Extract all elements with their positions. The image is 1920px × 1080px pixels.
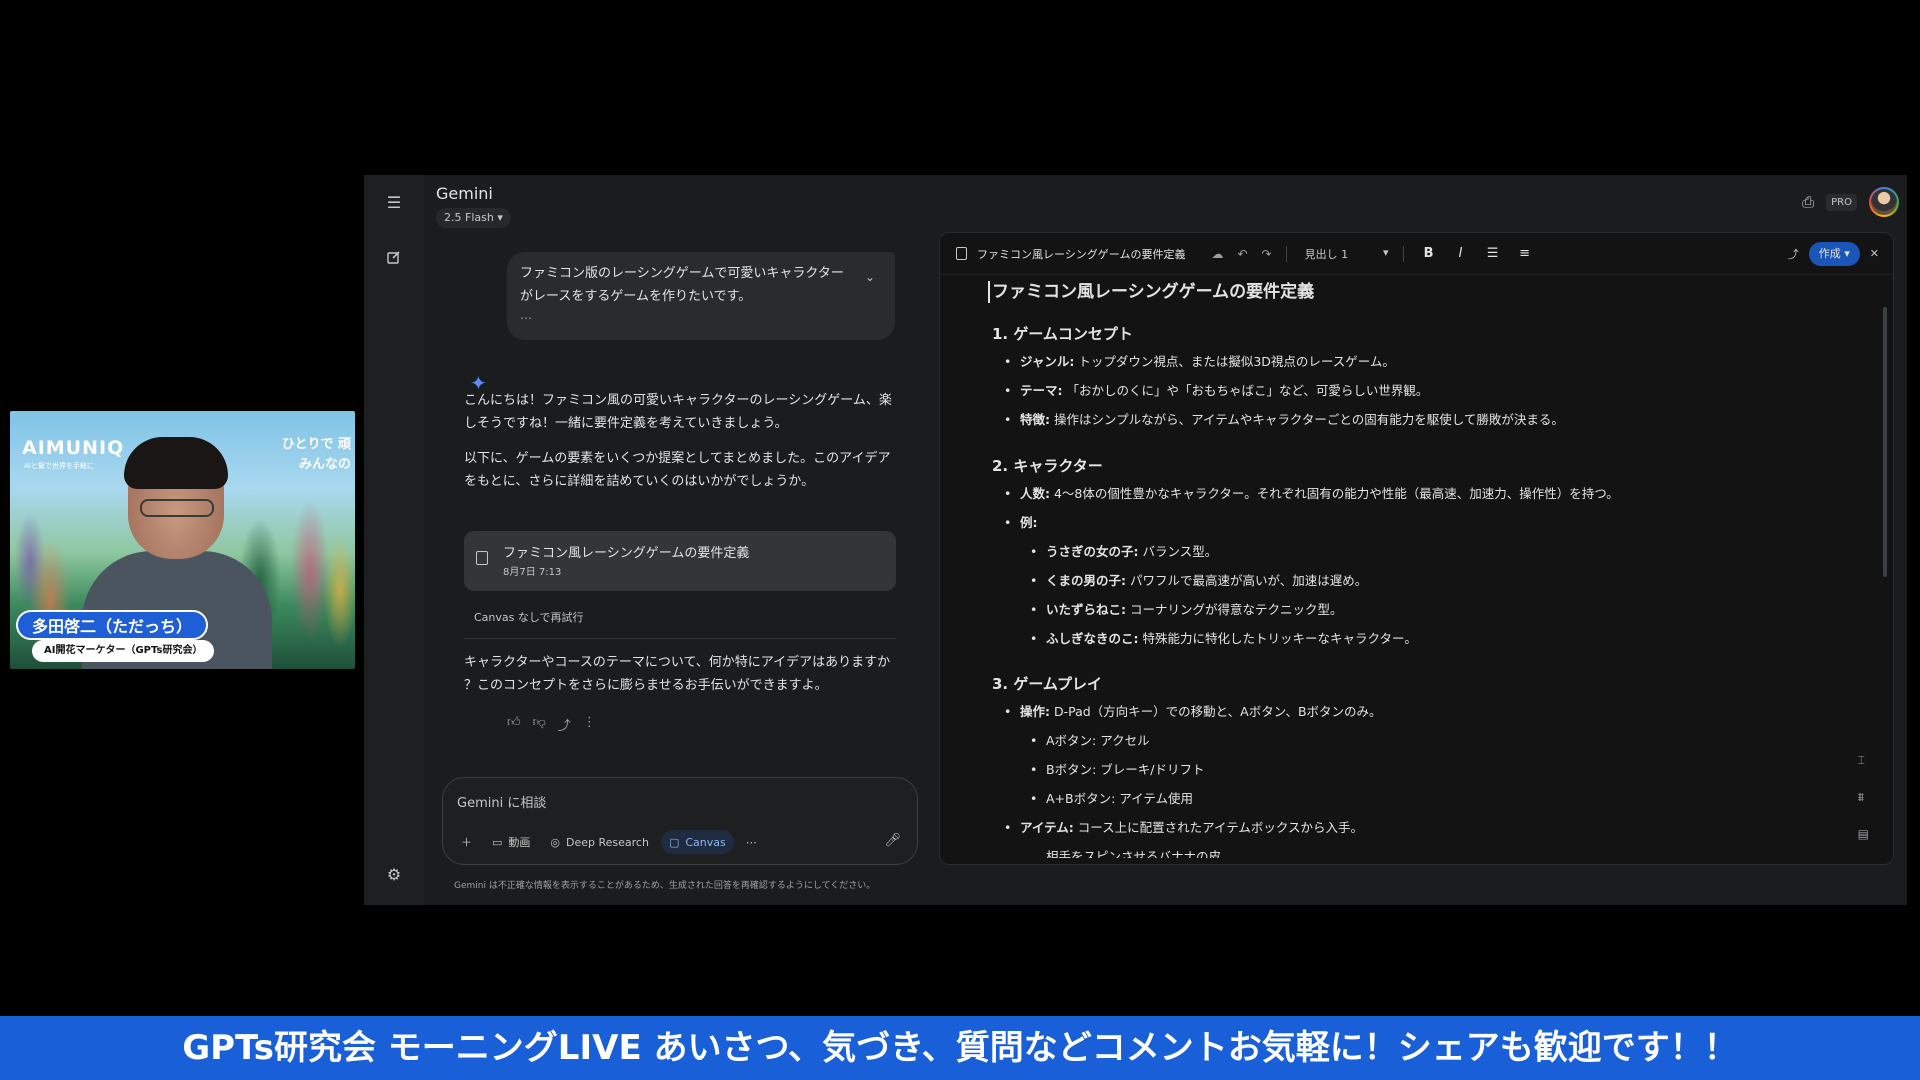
prompt-input[interactable]: Gemini に相談: [457, 792, 546, 811]
section-heading: 3. ゲームプレイ: [992, 675, 1103, 693]
retry-without-canvas-link[interactable]: Canvas なしで再試行: [474, 609, 584, 625]
settings-gear-icon[interactable]: ⚙: [380, 860, 408, 888]
background-copy-line: ひとりで 頑: [281, 437, 351, 452]
edit-suggestions-icon[interactable]: ▤: [1858, 827, 1869, 841]
share-icon[interactable]: ⤴: [558, 715, 571, 734]
user-message-ellipsis: …: [520, 308, 532, 322]
doc-heading: ファミコン風レーシングゲームの要件定義: [988, 281, 1852, 303]
composer-tools: ＋ ▭ 動画 ◎ Deep Research ▢ Canvas ⋯: [453, 830, 765, 854]
section-heading: 1. ゲームコンセプト: [992, 325, 1133, 343]
presenter-name: 多田啓二（ただっち）: [16, 610, 209, 640]
list-item: いたずらねこ: コーナリングが得意なテクニック型。: [1030, 601, 1343, 619]
list-item: うさぎの女の子: バランス型。: [1030, 543, 1217, 561]
adjust-icon[interactable]: ⩩: [1858, 790, 1869, 805]
share-icon[interactable]: ⤴: [1788, 246, 1799, 262]
gemini-app-window: ☰ ⚙ Gemini 2.5 Flash ▾ ⎙ PRO ファミコン版のレーシン…: [364, 175, 1907, 905]
cloud-saved-icon: ☁: [1211, 246, 1224, 261]
scrollbar[interactable]: [1883, 307, 1887, 577]
list-item: Bボタン: ブレーキ/ドリフト: [1030, 761, 1205, 779]
webcam-overlay: AIMUNIQ AIと繋で世界を手軽に ひとりで 頑 みんなの 多田啓二（ただっ…: [10, 411, 355, 669]
live-stream-banner: GPTs研究会 モーニングLIVE あいさつ、気づき、質問などコメントお気軽に！…: [0, 1016, 1920, 1080]
canvas-side-tools: ⌶ ⩩ ▤: [1858, 753, 1869, 841]
model-selector[interactable]: 2.5 Flash ▾: [436, 208, 511, 228]
brand-tagline: AIと繋で世界を手軽に: [24, 462, 94, 470]
presenter-role: AI開花マーケター（GPTs研究会）: [32, 640, 215, 662]
heading-style-select[interactable]: 見出し 1 ▾: [1305, 246, 1389, 262]
bold-icon[interactable]: B: [1422, 246, 1436, 261]
list-item: Aボタン: アクセル: [1030, 732, 1150, 750]
disclaimer: Gemini は不正確な情報を表示することがあるため、生成された回答を再確認する…: [454, 881, 876, 891]
redo-icon[interactable]: ↷: [1262, 247, 1272, 261]
italic-icon[interactable]: I: [1454, 246, 1468, 261]
avatar[interactable]: [1869, 187, 1899, 217]
section-heading: 2. キャラクター: [992, 457, 1103, 475]
chevron-down-icon: ▾: [497, 211, 503, 224]
top-right-actions: ⎙ PRO: [1802, 187, 1899, 217]
response-paragraph: こんにちは！ファミコン風の可愛いキャラクターのレーシングゲーム、楽 しそうですね…: [464, 393, 892, 431]
app-title: Gemini: [436, 184, 493, 203]
close-icon[interactable]: ✕: [1870, 247, 1879, 260]
undo-icon[interactable]: ↶: [1237, 247, 1247, 261]
doc-card-date: 8月7日 7:13: [503, 567, 562, 578]
list-item: 例:: [1004, 514, 1037, 532]
canvas-doc-title: ファミコン風レーシングゲームの要件定義: [977, 247, 1186, 261]
microphone-icon[interactable]: 🎤︎: [884, 833, 901, 848]
canvas-doc-card[interactable]: ファミコン風レーシングゲームの要件定義 8月7日 7:13: [464, 531, 896, 591]
video-tool-button[interactable]: ▭ 動画: [484, 830, 538, 854]
screen: AIMUNIQ AIと繋で世界を手軽に ひとりで 頑 みんなの 多田啓二（ただっ…: [0, 0, 1920, 1080]
user-message-line: がレースをするゲームを作りたいです。: [520, 289, 752, 304]
brand-logo: AIMUNIQ: [22, 437, 125, 459]
more-vert-icon[interactable]: ⋮: [583, 715, 596, 734]
more-tools-button[interactable]: ⋯: [738, 830, 765, 854]
prompt-composer[interactable]: Gemini に相談 ＋ ▭ 動画 ◎ Deep Research ▢ Canvas …: [442, 777, 918, 865]
response-actions: 👍︎ 👎︎ ⤴ ⋮: [507, 715, 596, 734]
divider: [464, 638, 896, 639]
expand-chevron-icon[interactable]: ⌄: [865, 266, 875, 289]
doc-card-title: ファミコン風レーシングゲームの要件定義: [503, 546, 750, 561]
list-item: くまの男の子: パワフルで最高速が高いが、加速は遅め。: [1030, 572, 1367, 590]
menu-icon[interactable]: ☰: [380, 188, 408, 216]
list-item: 操作: D-Pad（方向キー）での移動と、Aボタン、Bボタンのみ。: [1004, 703, 1382, 721]
text-height-icon[interactable]: ⌶: [1858, 753, 1869, 768]
research-icon: ◎: [550, 835, 561, 849]
response-paragraph: キャラクターやコースのテーマについて、何か特にアイデアはありますか ？このコンセ…: [464, 655, 891, 693]
canvas-actions: ⤴ 作成 ▾ ✕: [1788, 241, 1879, 266]
canvas-icon: ▢: [668, 835, 680, 849]
list-item: A+Bボタン: アイテム使用: [1030, 790, 1193, 808]
document-icon: [476, 551, 488, 565]
pro-badge: PRO: [1826, 193, 1857, 211]
thumbs-up-icon[interactable]: 👍︎: [507, 715, 521, 734]
document-icon: [956, 247, 967, 260]
numbered-list-icon[interactable]: ≡: [1518, 246, 1532, 261]
chevron-down-icon: ▾: [1383, 245, 1389, 259]
user-message-line: ファミコン版のレーシングゲームで可愛いキャラクター: [520, 266, 844, 281]
list-item: ジャンル: トップダウン視点、または擬似3D視点のレースゲーム。: [1004, 353, 1395, 371]
list-item: 特徴: 操作はシンプルながら、アイテムやキャラクターごとの固有能力を駆使して勝敗…: [1004, 411, 1564, 429]
model-name: 2.5 Flash: [444, 211, 494, 224]
list-item: ふしぎなきのこ: 特殊能力に特化したトリッキーなキャラクター。: [1030, 630, 1417, 648]
canvas-document[interactable]: ファミコン風レーシングゲームの要件定義 1. ゲームコンセプト ジャンル: トッ…: [988, 281, 1852, 858]
user-message[interactable]: ファミコン版のレーシングゲームで可愛いキャラクター がレースをするゲームを作りた…: [507, 252, 895, 340]
background-copy-line: みんなの: [298, 457, 351, 472]
deep-research-button[interactable]: ◎ Deep Research: [542, 830, 657, 854]
background-copy: ひとりで 頑 みんなの: [251, 435, 351, 475]
list-item-partial: 相手をスピンさせるバナナの皮: [1046, 848, 1221, 858]
list-item: 人数: 4〜8体の個性豊かなキャラクター。それぞれ固有の能力や性能（最高速、加速…: [1004, 485, 1619, 503]
list-item: テーマ: 「おかしのくに」や「おもちゃばこ」など、可愛らしい世界観。: [1004, 382, 1428, 400]
new-chat-icon[interactable]: [380, 243, 408, 271]
canvas-editor: ファミコン風レーシングゲームの要件定義 ☁ ↶ ↷ 見出し 1 ▾ B I ☰ ≡…: [939, 232, 1894, 865]
video-icon: ▭: [492, 835, 503, 849]
canvas-tool-button[interactable]: ▢ Canvas: [660, 830, 734, 854]
canvas-toolbar: ファミコン風レーシングゲームの要件定義 ☁ ↶ ↷ 見出し 1 ▾ B I ☰ ≡…: [940, 233, 1893, 275]
list-item: アイテム: コース上に配置されたアイテムボックスから入手。: [1004, 819, 1363, 837]
side-rail: ☰ ⚙: [364, 175, 424, 905]
thumbs-down-icon[interactable]: 👎︎: [533, 715, 546, 734]
printer-icon[interactable]: ⎙: [1802, 193, 1814, 211]
add-attachment-button[interactable]: ＋: [453, 830, 480, 854]
bulleted-list-icon[interactable]: ☰: [1486, 246, 1500, 261]
response-paragraph: 以下に、ゲームの要素をいくつか提案としてまとめました。このアイデア をもとに、さ…: [464, 451, 891, 489]
create-button[interactable]: 作成 ▾: [1808, 241, 1860, 266]
